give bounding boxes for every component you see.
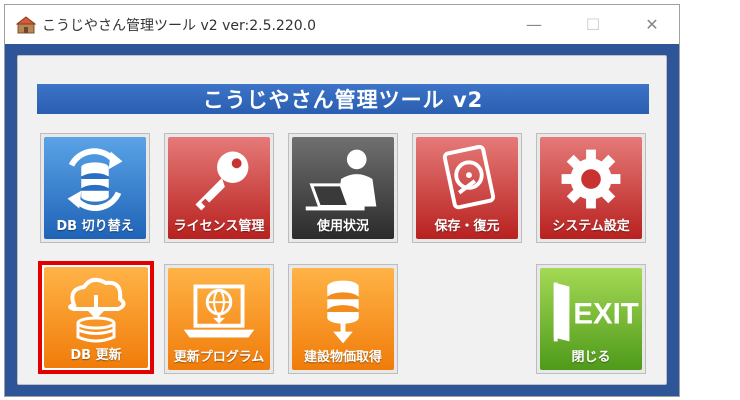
maximize-button[interactable]: ☐ <box>578 12 608 36</box>
gear-icon <box>561 149 621 209</box>
construction-price-button[interactable]: 建設物価取得 <box>288 264 398 374</box>
disk-icon <box>442 145 496 210</box>
app-banner: こうじやさん管理ツール v2 <box>37 84 649 114</box>
license-management-button[interactable]: ライセンス管理 <box>164 133 274 243</box>
tile-label: 閉じる <box>571 350 611 365</box>
database-switch-icon <box>67 148 123 211</box>
close-window-button[interactable]: ✕ <box>637 12 667 36</box>
tile-label: DB 更新 <box>70 348 122 363</box>
usage-status-button[interactable]: 使用状況 <box>288 133 398 243</box>
user-laptop-icon <box>305 149 377 211</box>
title-bar[interactable]: こうじやさん管理ツール v2 ver:2.5.220.0 — ☐ ✕ <box>5 5 679 44</box>
system-settings-button[interactable]: システム設定 <box>536 133 646 243</box>
tile-label: 建設物価取得 <box>303 350 382 365</box>
cloud-database-icon <box>68 277 126 343</box>
close-app-button[interactable]: EXIT 閉じる <box>536 264 646 374</box>
app-icon <box>16 16 36 34</box>
laptop-globe-icon <box>183 284 255 338</box>
tile-label: 更新プログラム <box>173 350 265 365</box>
tile-label: 使用状況 <box>316 219 369 234</box>
key-icon <box>195 151 249 211</box>
exit-door-icon: EXIT <box>553 282 639 342</box>
database-download-icon <box>327 280 359 344</box>
db-update-button[interactable]: DB 更新 <box>38 261 154 374</box>
tile-label: ライセンス管理 <box>173 219 265 234</box>
exit-badge: EXIT <box>573 298 638 331</box>
tile-label: DB 切り替え <box>56 219 134 234</box>
window-title: こうじやさん管理ツール v2 ver:2.5.220.0 <box>42 18 317 34</box>
client-area: こうじやさん管理ツール v2 DB 切り替え ライセンス管理 使用状況 保存・復… <box>5 44 679 396</box>
db-switch-button[interactable]: DB 切り替え <box>40 133 150 243</box>
update-program-button[interactable]: 更新プログラム <box>164 264 274 374</box>
tile-label: 保存・復元 <box>434 219 500 234</box>
minimize-button[interactable]: — <box>519 12 549 36</box>
backup-restore-button[interactable]: 保存・復元 <box>412 133 522 243</box>
tile-label: システム設定 <box>552 219 630 234</box>
app-window: こうじやさん管理ツール v2 ver:2.5.220.0 — ☐ ✕ こうじやさ… <box>4 4 680 397</box>
main-panel: こうじやさん管理ツール v2 DB 切り替え ライセンス管理 使用状況 保存・復… <box>17 55 667 385</box>
